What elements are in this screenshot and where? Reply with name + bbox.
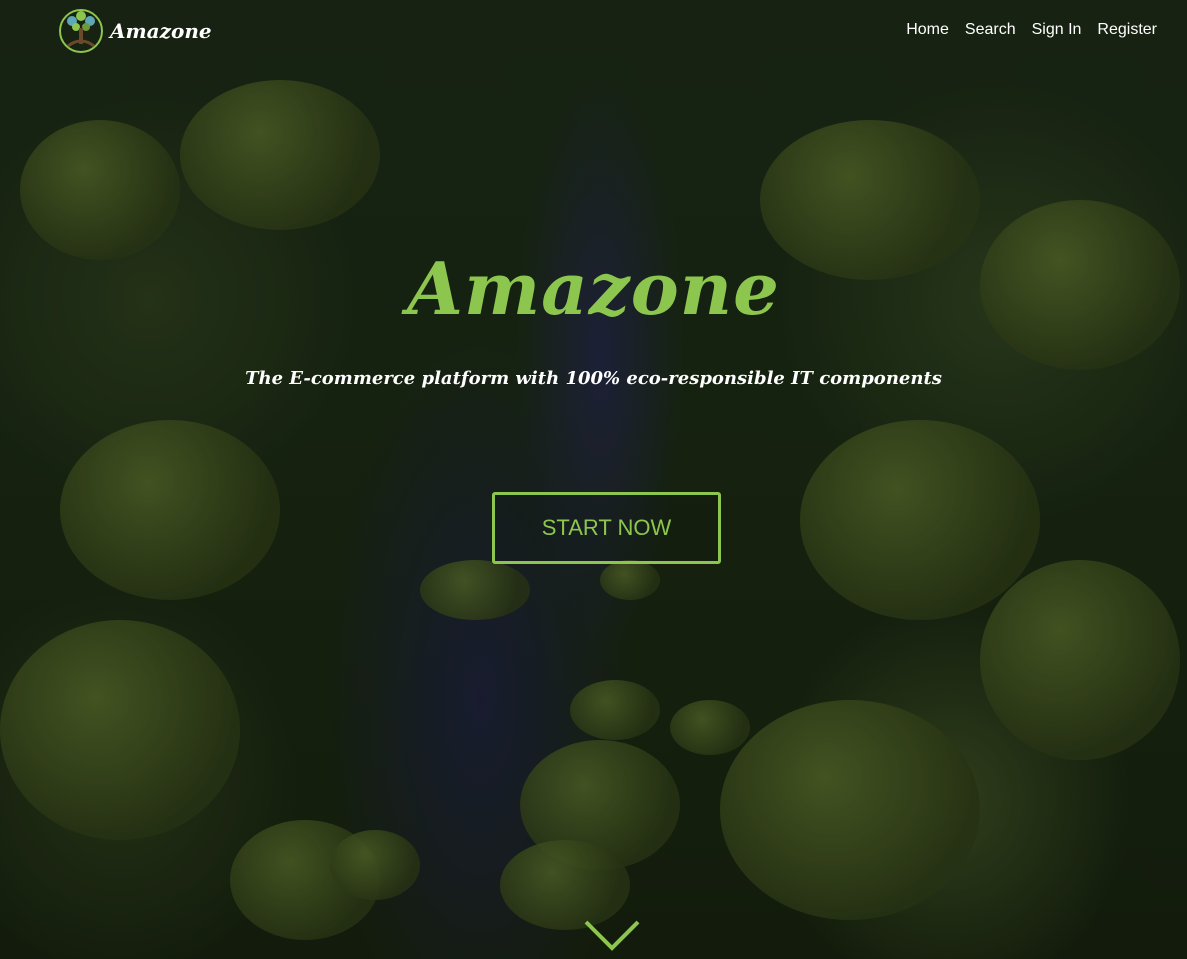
hero-title: Amazone bbox=[407, 246, 780, 331]
chevron-down-icon[interactable] bbox=[583, 918, 641, 952]
top-navbar: Amazone Home Search Sign In Register bbox=[0, 0, 1187, 64]
nav-signin-link[interactable]: Sign In bbox=[1016, 21, 1082, 39]
hero-background bbox=[0, 0, 1187, 959]
nav-links: Home Search Sign In Register bbox=[890, 21, 1157, 39]
hero-subtitle: The E-commerce platform with 100% eco-re… bbox=[245, 368, 942, 389]
start-now-button[interactable]: START NOW bbox=[492, 492, 721, 564]
nav-search-link[interactable]: Search bbox=[949, 21, 1016, 39]
brand[interactable]: Amazone bbox=[58, 6, 212, 56]
nav-register-link[interactable]: Register bbox=[1081, 21, 1157, 39]
tree-logo-icon bbox=[59, 9, 103, 53]
brand-name: Amazone bbox=[110, 19, 212, 43]
nav-home-link[interactable]: Home bbox=[890, 21, 949, 39]
